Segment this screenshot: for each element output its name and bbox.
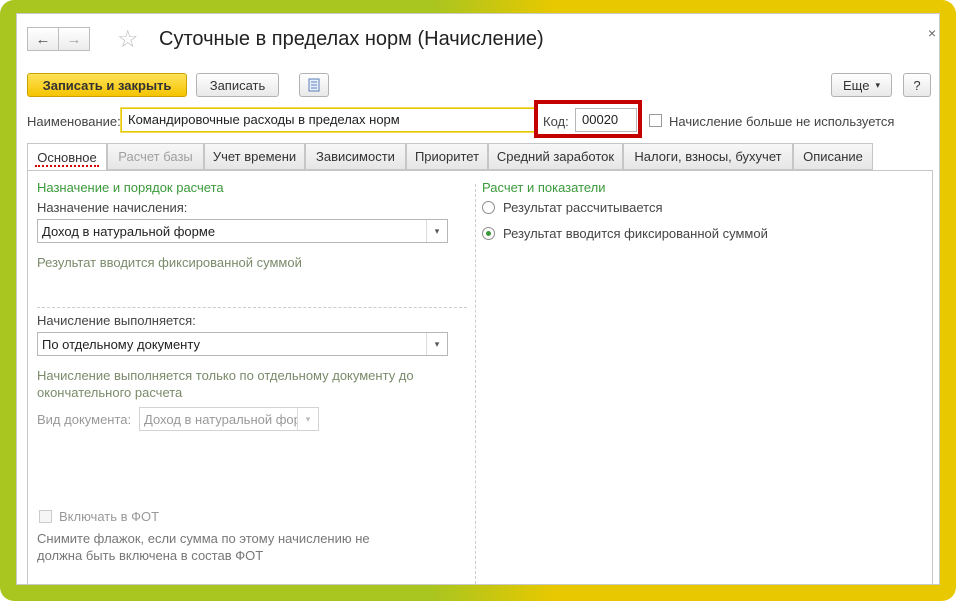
radio-calculated[interactable] xyxy=(482,201,495,214)
tab-description[interactable]: Описание xyxy=(793,143,873,170)
purpose-label: Назначение начисления: xyxy=(37,200,188,215)
doc-type-label: Вид документа: xyxy=(37,412,132,427)
help-button[interactable]: ? xyxy=(903,73,931,97)
save-button[interactable]: Записать xyxy=(196,73,279,97)
fot-hint: Снимите флажок, если сумма по этому начи… xyxy=(37,531,370,563)
left-divider xyxy=(37,307,467,308)
tab-time-tracking[interactable]: Учет времени xyxy=(204,143,305,170)
tab-taxes[interactable]: Налоги, взносы, бухучет xyxy=(623,143,793,170)
purpose-hint: Результат вводится фиксированной суммой xyxy=(37,255,302,270)
forward-button[interactable]: → xyxy=(58,27,90,51)
doc-type-value: Доход в натуральной фор xyxy=(144,411,297,427)
right-section-title: Расчет и показатели xyxy=(482,180,606,195)
left-section-title: Назначение и порядок расчета xyxy=(37,180,224,195)
exec-value: По отдельному документу xyxy=(42,336,200,352)
window-title: Суточные в пределах норм (Начисление) xyxy=(159,28,544,50)
tab-dependencies[interactable]: Зависимости xyxy=(305,143,406,170)
form-window: ← → ☆ Суточные в пределах норм (Начислен… xyxy=(16,13,940,585)
chevron-down-icon: ▾ xyxy=(875,79,880,90)
fot-checkbox[interactable] xyxy=(39,510,52,523)
more-label: Еще xyxy=(843,77,870,93)
more-button[interactable]: Еще ▾ xyxy=(831,73,892,97)
tab-average-earnings[interactable]: Средний заработок xyxy=(488,143,623,170)
arrow-right-icon: → xyxy=(66,30,82,48)
radio-selected-dot xyxy=(486,231,491,236)
radio-fixed-label: Результат вводится фиксированной суммой xyxy=(503,226,768,241)
code-highlight xyxy=(534,100,642,138)
not-used-label: Начисление больше не используется xyxy=(669,114,895,129)
back-button[interactable]: ← xyxy=(27,27,59,51)
name-input[interactable]: Командировочные расходы в пределах норм xyxy=(121,108,536,132)
radio-fixed[interactable] xyxy=(482,227,495,240)
exec-hint: Начисление выполняется только по отдельн… xyxy=(37,368,414,400)
exec-select[interactable]: По отдельному документу ▾ xyxy=(37,332,448,356)
chevron-down-icon: ▾ xyxy=(297,408,318,430)
tab-priority[interactable]: Приоритет xyxy=(406,143,488,170)
doc-type-select: Доход в натуральной фор ▾ xyxy=(139,407,319,431)
chevron-down-icon: ▾ xyxy=(426,220,447,242)
fot-label: Включать в ФОТ xyxy=(59,509,160,524)
column-divider xyxy=(475,184,476,584)
name-label: Наименование: xyxy=(27,114,121,129)
active-tab-underline xyxy=(35,165,99,167)
radio-calculated-label: Результат рассчитывается xyxy=(503,200,663,215)
not-used-checkbox[interactable] xyxy=(649,114,662,127)
exec-label: Начисление выполняется: xyxy=(37,313,196,328)
tab-base-calc[interactable]: Расчет базы xyxy=(107,143,204,170)
list-icon xyxy=(308,78,320,92)
close-icon[interactable]: × xyxy=(928,25,936,41)
purpose-value: Доход в натуральной форме xyxy=(42,223,216,239)
purpose-select[interactable]: Доход в натуральной форме ▾ xyxy=(37,219,448,243)
arrow-left-icon: ← xyxy=(35,30,51,48)
star-icon[interactable]: ☆ xyxy=(117,25,139,54)
report-button[interactable] xyxy=(299,73,329,97)
save-and-close-button[interactable]: Записать и закрыть xyxy=(27,73,187,97)
chevron-down-icon: ▾ xyxy=(426,333,447,355)
